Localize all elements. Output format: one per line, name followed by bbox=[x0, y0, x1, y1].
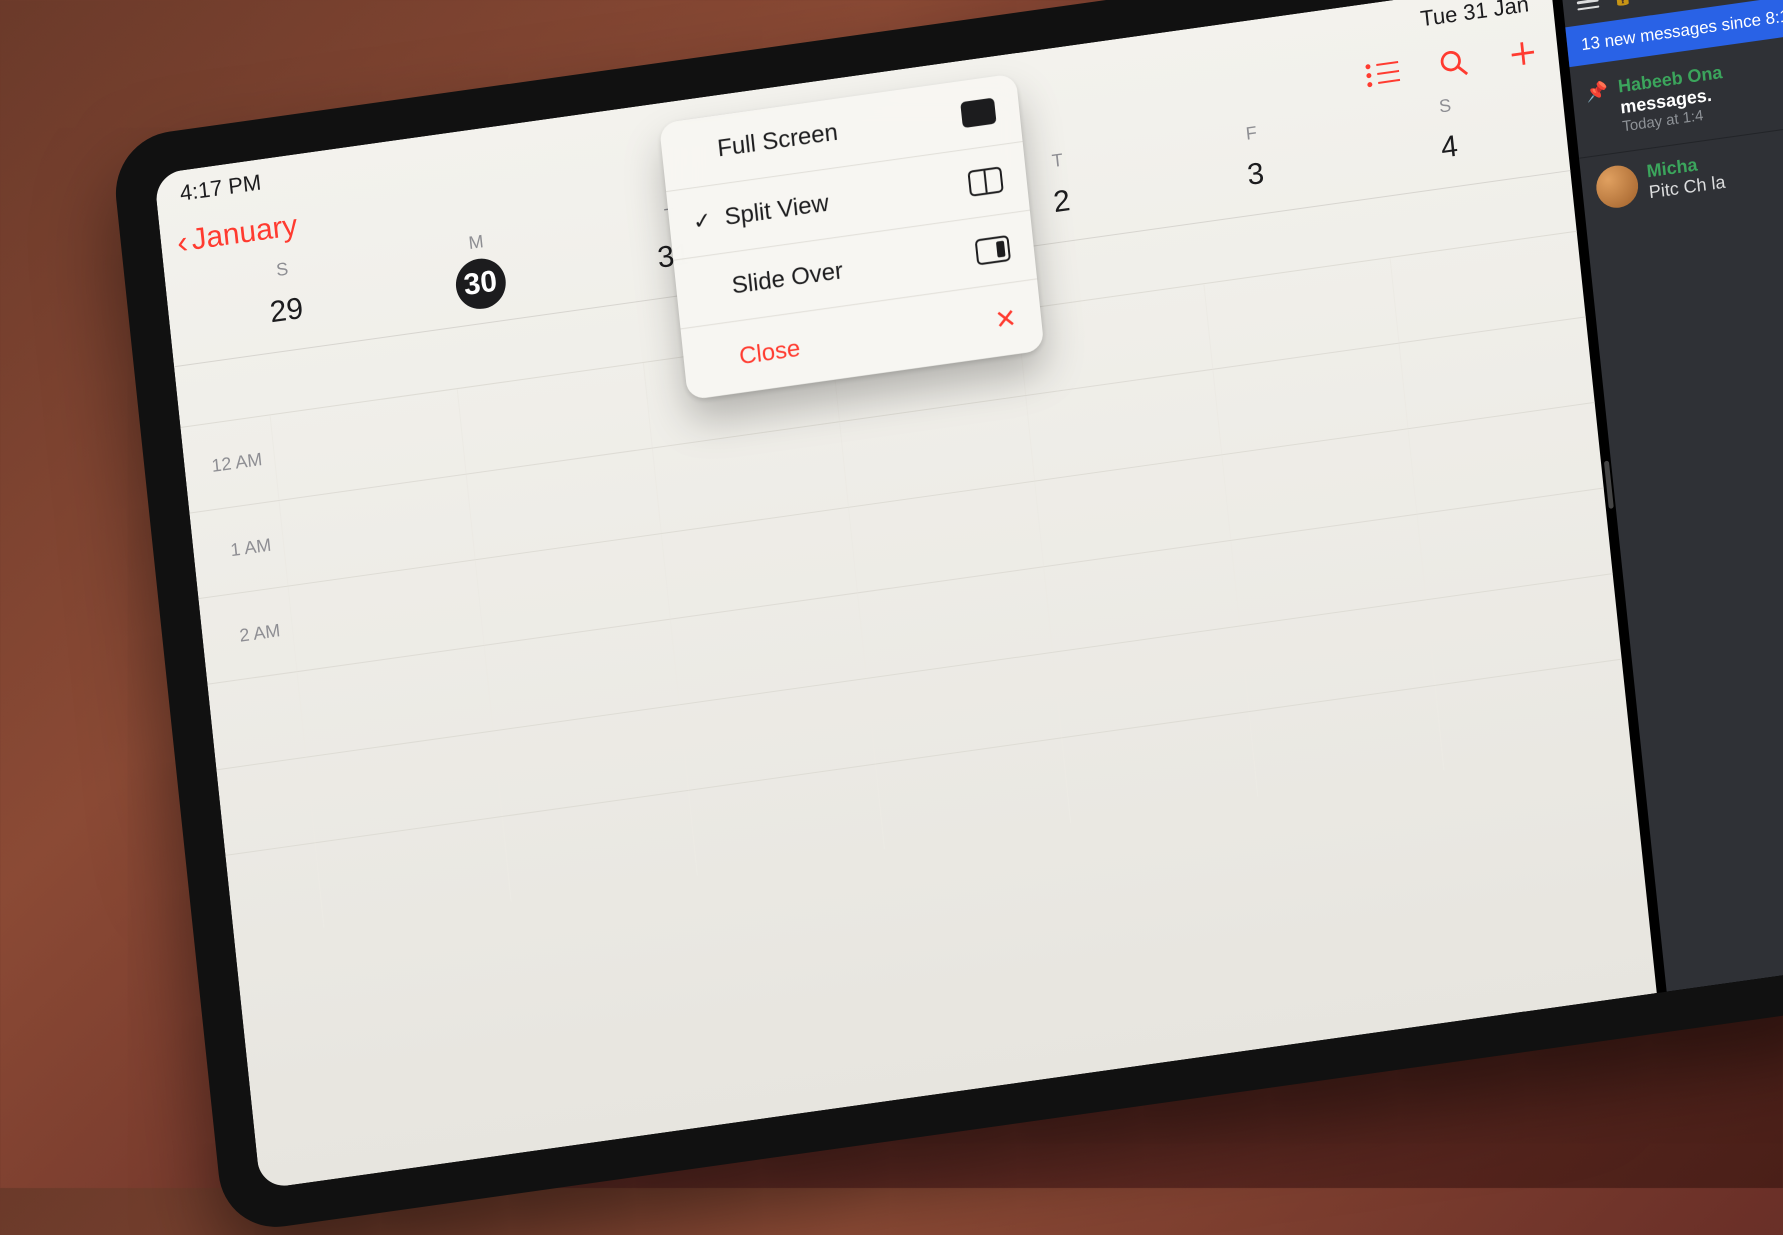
fullscreen-icon bbox=[960, 98, 996, 129]
channel-name[interactable]: 🔒 # tech bbox=[1611, 0, 1690, 8]
list-view-icon[interactable] bbox=[1365, 59, 1400, 86]
time-label bbox=[230, 886, 319, 899]
hash-icon: # bbox=[1637, 0, 1648, 3]
channel-label: tech bbox=[1652, 0, 1691, 3]
day-number[interactable]: 29 bbox=[268, 292, 305, 330]
check-icon bbox=[686, 151, 706, 154]
ipad-screen: 4:17 PM Tue 31 Jan ‹ January bbox=[154, 0, 1783, 1189]
calendar-app: 4:17 PM Tue 31 Jan ‹ January bbox=[154, 0, 1657, 1189]
close-icon: ✕ bbox=[993, 303, 1018, 337]
splitview-icon bbox=[967, 166, 1003, 197]
check-icon: ✓ bbox=[692, 207, 715, 236]
back-label: January bbox=[190, 209, 299, 258]
day-number[interactable]: 2 bbox=[1052, 184, 1072, 220]
avatar bbox=[1594, 163, 1640, 211]
time-label: 12 AM bbox=[184, 447, 275, 480]
time-label bbox=[212, 715, 301, 728]
back-button[interactable]: ‹ January bbox=[175, 209, 299, 260]
menu-label: Slide Over bbox=[731, 257, 845, 300]
menu-label: Close bbox=[738, 335, 802, 371]
topbar-actions bbox=[1365, 37, 1539, 91]
lock-icon: 🔒 bbox=[1611, 0, 1633, 8]
check-icon bbox=[700, 289, 720, 292]
time-label: 2 AM bbox=[202, 618, 293, 651]
chevron-left-icon: ‹ bbox=[175, 225, 189, 258]
menu-label: Full Screen bbox=[716, 119, 839, 164]
pin-icon: 📌 bbox=[1585, 80, 1613, 140]
day-number[interactable]: 4 bbox=[1439, 130, 1459, 166]
ipad-device: 4:17 PM Tue 31 Jan ‹ January bbox=[110, 0, 1783, 1235]
search-icon[interactable] bbox=[1437, 46, 1470, 80]
time-label bbox=[221, 800, 310, 813]
day-number-today[interactable]: 30 bbox=[453, 255, 508, 312]
multitasking-menu: Full Screen ✓ Split View Slide Over bbox=[659, 73, 1045, 400]
add-event-icon[interactable] bbox=[1506, 37, 1539, 71]
menu-icon[interactable] bbox=[1576, 0, 1599, 11]
time-label: 1 AM bbox=[193, 533, 284, 566]
slideover-icon bbox=[974, 235, 1010, 266]
day-number[interactable]: 3 bbox=[1246, 157, 1266, 193]
menu-label: Split View bbox=[723, 190, 830, 232]
